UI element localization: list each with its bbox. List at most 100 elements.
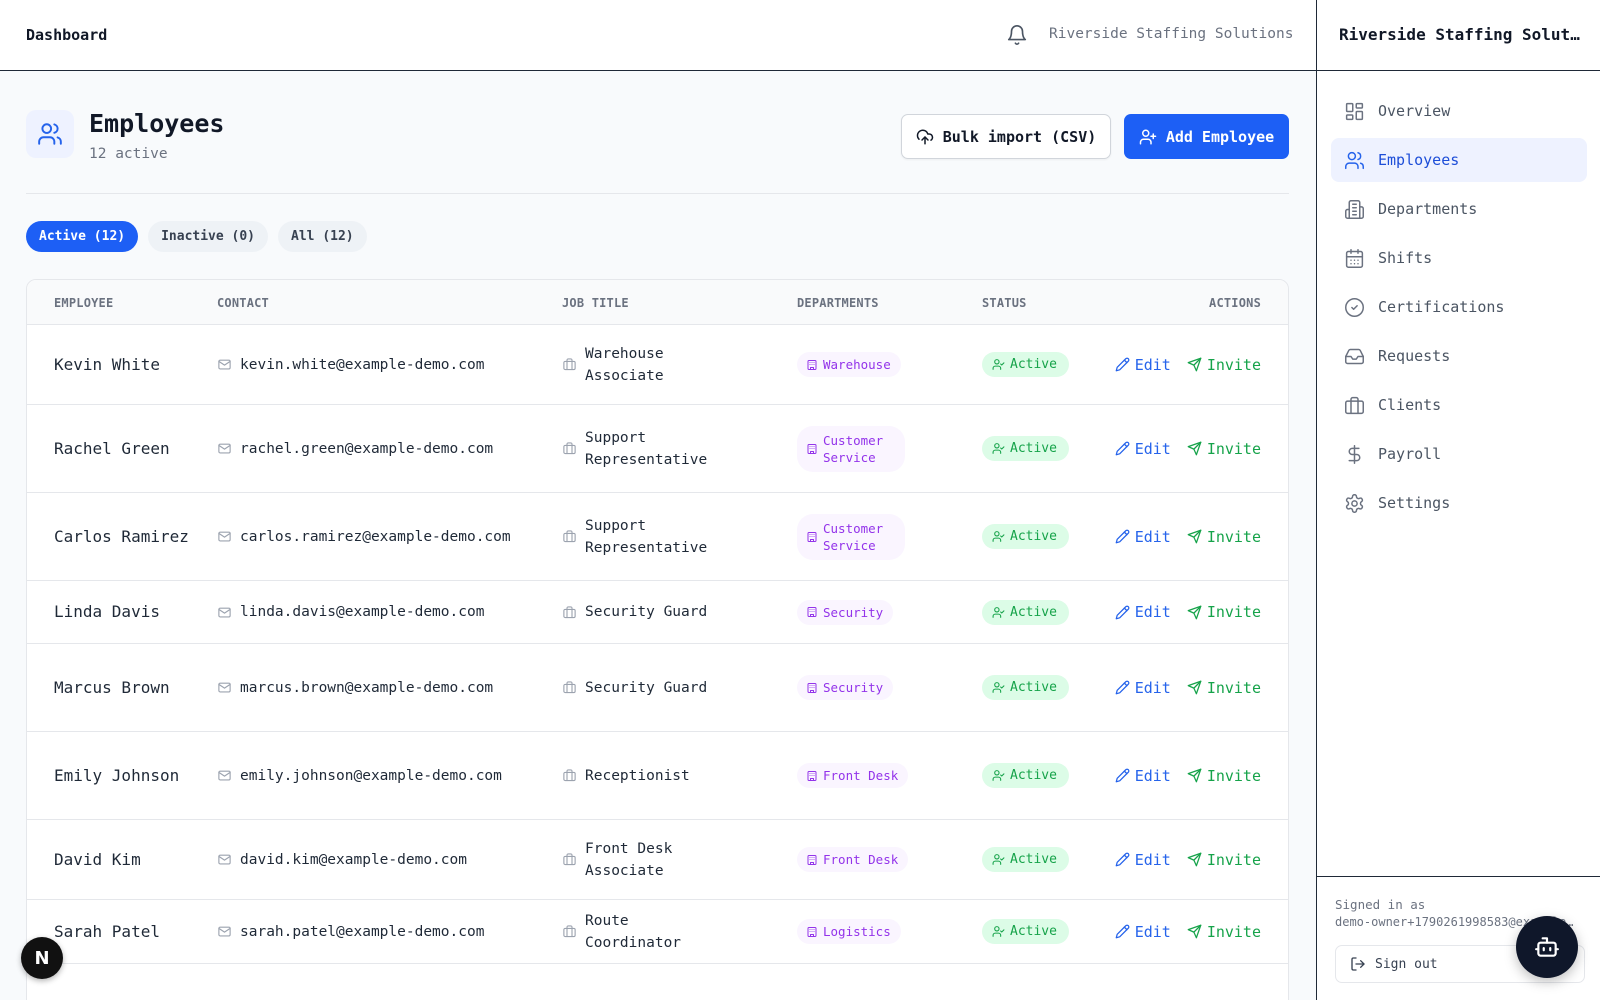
invite-label: Invite bbox=[1206, 850, 1261, 869]
building-icon bbox=[806, 926, 818, 938]
department-label: Warehouse bbox=[823, 357, 891, 372]
invite-button[interactable]: Invite bbox=[1187, 851, 1261, 869]
edit-button[interactable]: Edit bbox=[1115, 679, 1171, 697]
department-label: Front Desk bbox=[823, 852, 899, 867]
department-badge: Front Desk bbox=[797, 763, 909, 788]
invite-label: Invite bbox=[1206, 922, 1261, 941]
sidebar-item-settings[interactable]: Settings bbox=[1331, 481, 1587, 525]
actions-cell: Edit Invite bbox=[1115, 325, 1261, 404]
bell-icon[interactable] bbox=[1006, 24, 1028, 46]
edit-button[interactable]: Edit bbox=[1115, 923, 1171, 941]
pencil-icon bbox=[1115, 852, 1130, 867]
sidebar-item-employees[interactable]: Employees bbox=[1331, 138, 1587, 182]
sidebar-org-title: Riverside Staffing Solutions bbox=[1339, 25, 1589, 44]
cloud-upload-icon bbox=[916, 128, 934, 146]
user-check-icon bbox=[992, 442, 1005, 455]
contact-cell: emily.johnson@example-demo.com bbox=[217, 732, 547, 819]
top-bar: Dashboard Riverside Staffing Solutions bbox=[0, 0, 1316, 71]
sidebar-item-requests[interactable]: Requests bbox=[1331, 334, 1587, 378]
edit-button[interactable]: Edit bbox=[1115, 603, 1171, 621]
invite-button[interactable]: Invite bbox=[1187, 440, 1261, 458]
status-tabs: Active (12) Inactive (0) All (12) bbox=[26, 221, 367, 252]
employee-email[interactable]: david.kim@example-demo.com bbox=[240, 852, 467, 868]
tab-inactive[interactable]: Inactive (0) bbox=[148, 221, 269, 252]
actions-cell: Edit Invite bbox=[1115, 581, 1261, 643]
sidebar-item-shifts[interactable]: Shifts bbox=[1331, 236, 1587, 280]
employee-email[interactable]: carlos.ramirez@example-demo.com bbox=[240, 529, 511, 545]
invite-button[interactable]: Invite bbox=[1187, 679, 1261, 697]
job-title-cell: Front Desk Associate bbox=[562, 820, 782, 899]
dev-badge-button[interactable]: N bbox=[21, 937, 63, 979]
job-title-cell: Security Guard bbox=[562, 581, 782, 643]
edit-button[interactable]: Edit bbox=[1115, 440, 1171, 458]
employee-email[interactable]: linda.davis@example-demo.com bbox=[240, 604, 484, 620]
job-title-cell: Warehouse Associate bbox=[562, 325, 782, 404]
departments-cell: Front Desk bbox=[797, 732, 957, 819]
invite-label: Invite bbox=[1206, 603, 1261, 621]
contact-cell: rachel.green@example-demo.com bbox=[217, 405, 547, 492]
invite-button[interactable]: Invite bbox=[1187, 356, 1261, 374]
status-label: Active bbox=[1010, 604, 1057, 620]
sidebar-item-clients[interactable]: Clients bbox=[1331, 383, 1587, 427]
departments-cell: Customer Service bbox=[797, 405, 957, 492]
table-row: Sarah Patel sarah.patel@example-demo.com R… bbox=[27, 900, 1288, 964]
job-title-cell: Support Representative bbox=[562, 493, 782, 580]
sidebar-item-overview[interactable]: Overview bbox=[1331, 89, 1587, 133]
tab-all[interactable]: All (12) bbox=[278, 221, 367, 252]
status-cell: Active bbox=[982, 732, 1092, 819]
employee-email[interactable]: marcus.brown@example-demo.com bbox=[240, 680, 493, 696]
building-icon bbox=[806, 531, 818, 543]
signed-in-label: Signed in as bbox=[1335, 897, 1426, 912]
invite-button[interactable]: Invite bbox=[1187, 603, 1261, 621]
bulk-import-button[interactable]: Bulk import (CSV) bbox=[901, 114, 1111, 159]
status-badge: Active bbox=[982, 524, 1069, 549]
departments-cell: Front Desk bbox=[797, 820, 957, 899]
invite-button[interactable]: Invite bbox=[1187, 923, 1261, 941]
assistant-button[interactable] bbox=[1516, 916, 1578, 978]
edit-button[interactable]: Edit bbox=[1115, 356, 1171, 374]
edit-button[interactable]: Edit bbox=[1115, 528, 1171, 546]
contact-cell: sarah.patel@example-demo.com bbox=[217, 900, 547, 963]
briefcase-icon bbox=[562, 680, 577, 695]
page-subtitle: 12 active bbox=[89, 146, 168, 162]
invite-label: Invite bbox=[1206, 766, 1261, 785]
job-title: Receptionist bbox=[585, 767, 690, 784]
contact-cell: kevin.white@example-demo.com bbox=[217, 325, 547, 404]
user-check-icon bbox=[992, 530, 1005, 543]
sidebar-footer-divider bbox=[1317, 876, 1600, 877]
departments-cell: Warehouse bbox=[797, 325, 957, 404]
table-row: Emily Johnson emily.johnson@example-demo.… bbox=[27, 732, 1288, 820]
actions-cell: Edit Invite bbox=[1115, 644, 1261, 731]
sidebar-item-payroll[interactable]: Payroll bbox=[1331, 432, 1587, 476]
department-label: Logistics bbox=[823, 924, 891, 939]
status-label: Active bbox=[1010, 768, 1057, 783]
departments-cell: Logistics bbox=[797, 900, 957, 963]
department-badge: Front Desk bbox=[797, 847, 909, 872]
invite-button[interactable]: Invite bbox=[1187, 528, 1261, 546]
th-actions: ACTIONS bbox=[1209, 296, 1261, 310]
user-check-icon bbox=[992, 358, 1005, 371]
job-title: Route Coordinator bbox=[585, 912, 682, 951]
edit-button[interactable]: Edit bbox=[1115, 851, 1171, 869]
employee-email[interactable]: rachel.green@example-demo.com bbox=[240, 441, 493, 457]
calendar-icon bbox=[1344, 248, 1365, 269]
status-badge: Active bbox=[982, 436, 1069, 461]
employee-email[interactable]: sarah.patel@example-demo.com bbox=[240, 924, 484, 940]
status-cell: Active bbox=[982, 820, 1092, 899]
status-label: Active bbox=[1010, 924, 1057, 939]
sidebar-item-departments[interactable]: Departments bbox=[1331, 187, 1587, 231]
page-title: Employees bbox=[89, 109, 225, 138]
sidebar-item-label: Clients bbox=[1378, 396, 1442, 414]
tab-active[interactable]: Active (12) bbox=[26, 221, 139, 252]
actions-cell: Edit Invite bbox=[1115, 820, 1261, 899]
sidebar-item-certifications[interactable]: Certifications bbox=[1331, 285, 1587, 329]
employee-email[interactable]: kevin.white@example-demo.com bbox=[240, 357, 484, 373]
send-icon bbox=[1187, 924, 1202, 939]
employee-email[interactable]: emily.johnson@example-demo.com bbox=[240, 768, 502, 784]
job-title-cell: Route Coordinator bbox=[562, 900, 782, 963]
invite-button[interactable]: Invite bbox=[1187, 767, 1261, 785]
add-employee-button[interactable]: Add Employee bbox=[1124, 114, 1289, 159]
sidebar-item-label: Settings bbox=[1378, 494, 1451, 512]
edit-button[interactable]: Edit bbox=[1115, 767, 1171, 785]
status-label: Active bbox=[1010, 852, 1057, 867]
